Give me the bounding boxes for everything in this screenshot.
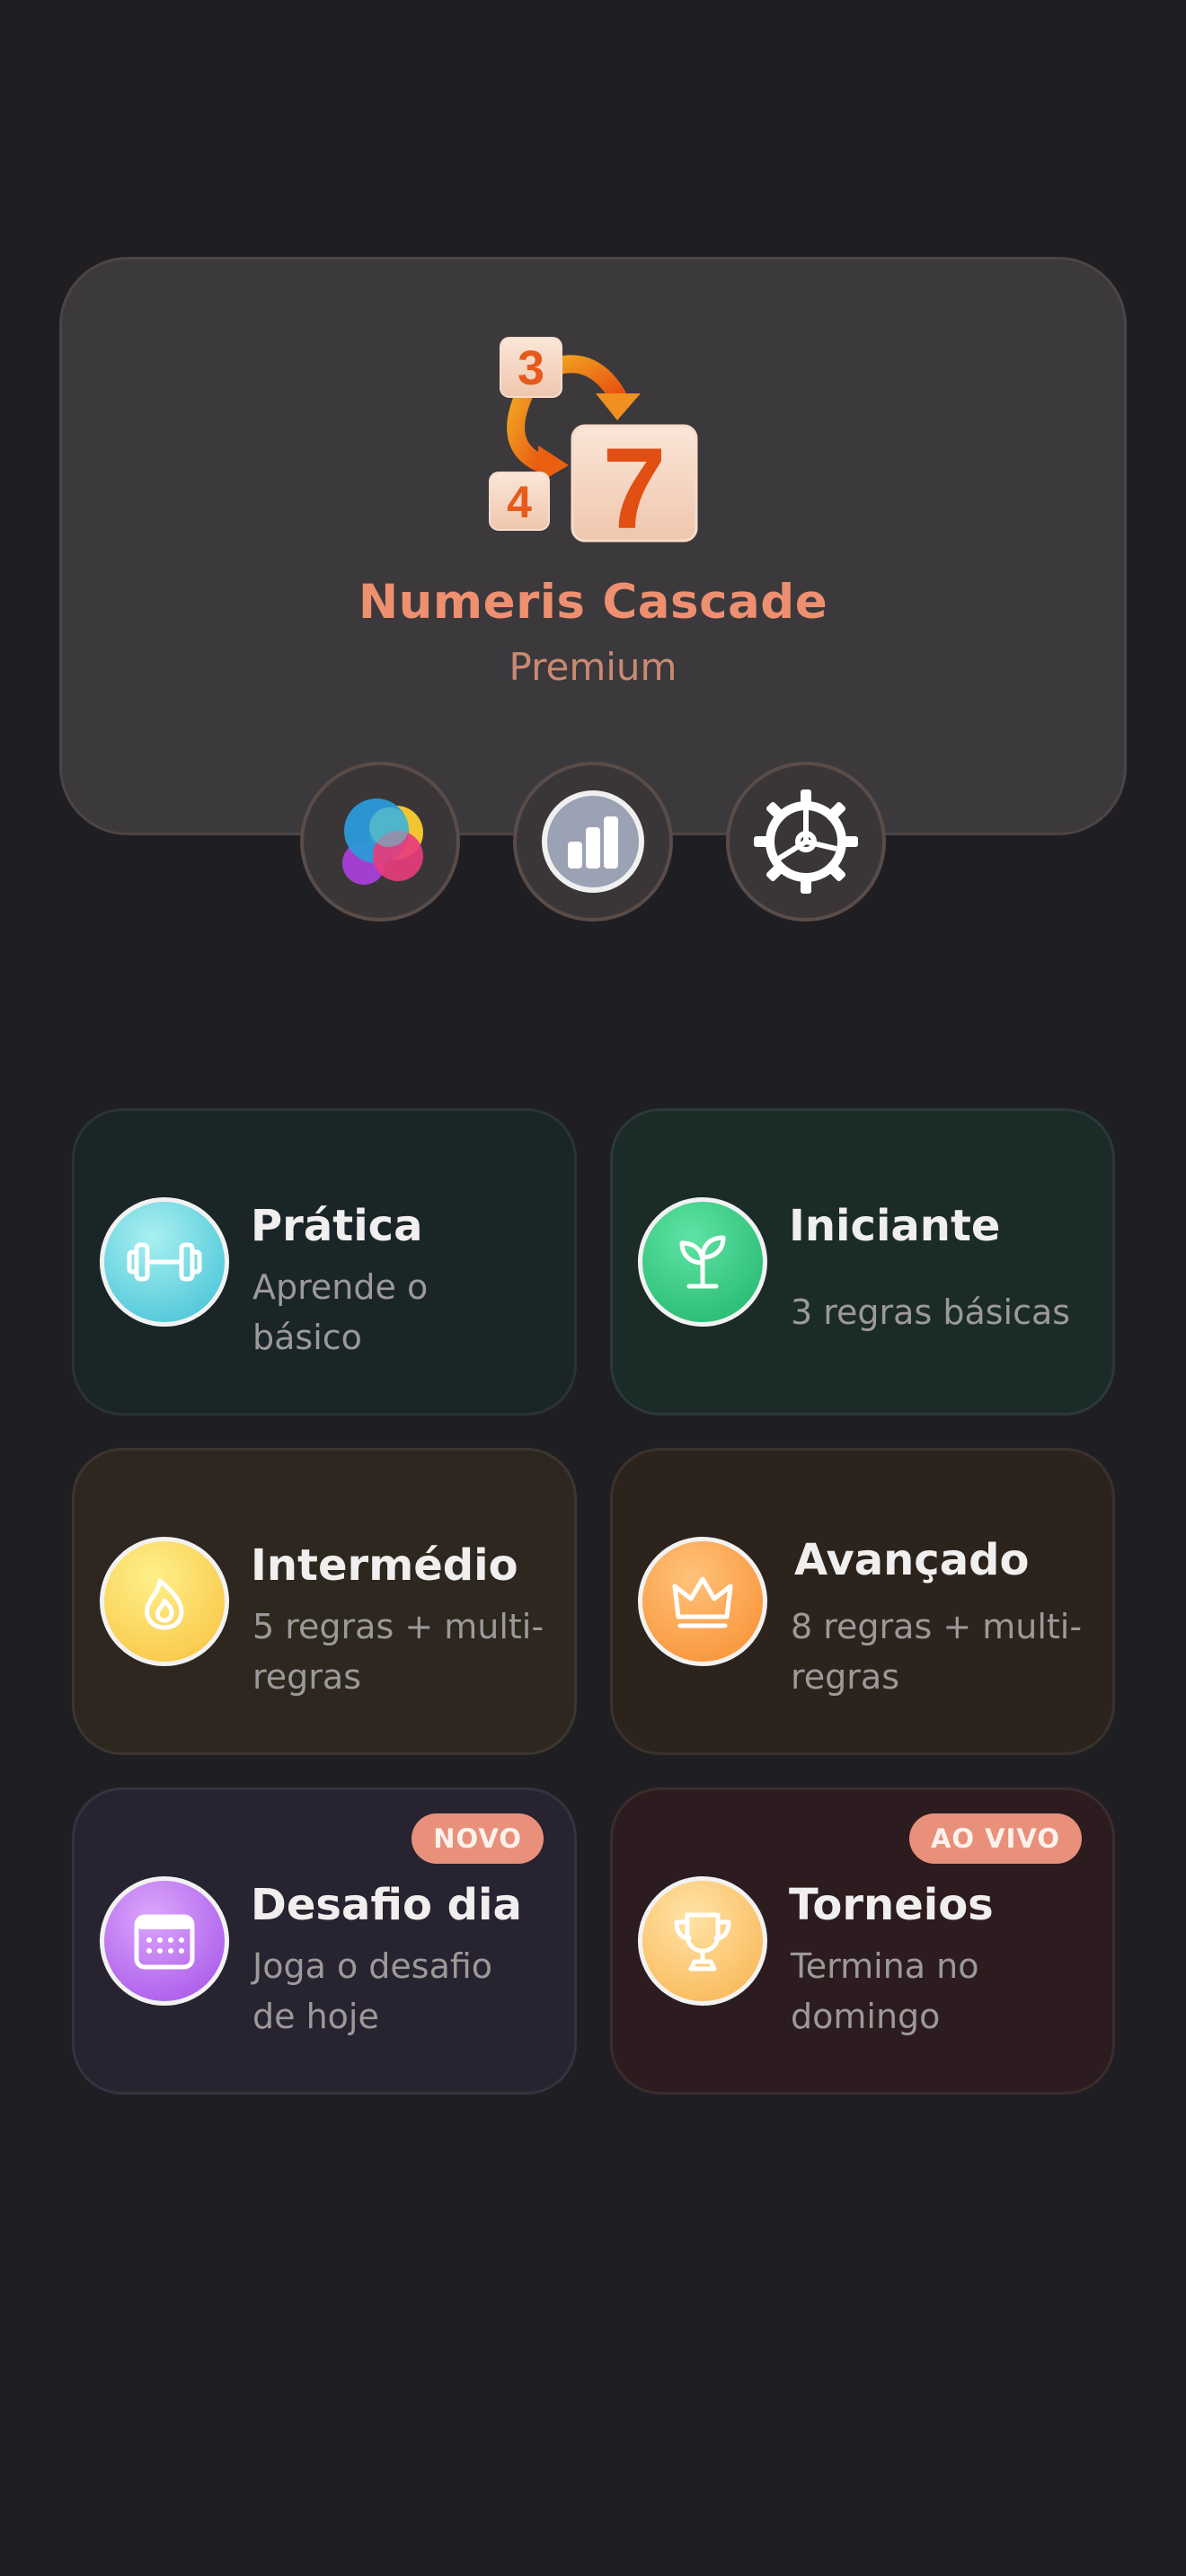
live-badge: AO VIVO <box>908 1813 1082 1864</box>
mode-description: 8 regras + multi-regras <box>791 1607 1083 1697</box>
logo-tile-4: 4 <box>507 477 532 527</box>
new-badge: NOVO <box>412 1813 544 1864</box>
app-logo: 3 4 7 <box>489 337 698 553</box>
mode-card-intermediate[interactable]: Intermédio 5 regras + multi-regras <box>72 1448 577 1755</box>
stats-button[interactable] <box>513 762 673 922</box>
mode-title: Torneios <box>789 1880 994 1930</box>
mode-title: Intermédio <box>251 1540 518 1591</box>
dumbbell-icon <box>100 1197 229 1327</box>
flame-icon <box>100 1537 229 1666</box>
bar-chart-icon <box>542 790 644 893</box>
mode-description: 3 regras básicas <box>791 1292 1071 1332</box>
mode-card-advanced[interactable]: Avançado 8 regras + multi-regras <box>610 1448 1115 1755</box>
mode-title: Prática <box>251 1201 423 1251</box>
mode-description: Termina no domingo <box>791 1946 979 2036</box>
mode-description: 5 regras + multi-regras <box>252 1607 544 1697</box>
trophy-icon <box>638 1876 767 2006</box>
logo-tile-3: 3 <box>518 341 544 395</box>
mode-description: Aprende o básico <box>252 1267 429 1357</box>
app-subtitle: Premium <box>509 645 677 689</box>
gear-icon <box>754 790 858 894</box>
mode-description: Joga o desafio de hoje <box>252 1946 493 2036</box>
app-title: Numeris Cascade <box>358 575 828 630</box>
mode-title: Avançado <box>794 1535 1030 1585</box>
mode-title: Desafio dia <box>251 1880 522 1930</box>
logo-tile-7: 7 <box>602 425 666 553</box>
mode-title: Iniciante <box>789 1201 1001 1251</box>
mode-card-daily-challenge[interactable]: NOVO Desafio dia Joga o desafio de hoje <box>72 1787 577 2095</box>
mode-card-tournaments[interactable]: AO VIVO Torneios Termina no domingo <box>610 1787 1115 2095</box>
calendar-icon <box>100 1876 229 2006</box>
mode-card-beginner[interactable]: Iniciante 3 regras básicas <box>610 1108 1115 1416</box>
game-center-icon <box>342 798 423 885</box>
game-center-button[interactable] <box>300 762 460 922</box>
mode-card-practice[interactable]: Prática Aprende o básico <box>72 1108 577 1416</box>
crown-icon <box>638 1537 767 1666</box>
sprout-icon <box>638 1197 767 1327</box>
settings-button[interactable] <box>726 762 886 922</box>
